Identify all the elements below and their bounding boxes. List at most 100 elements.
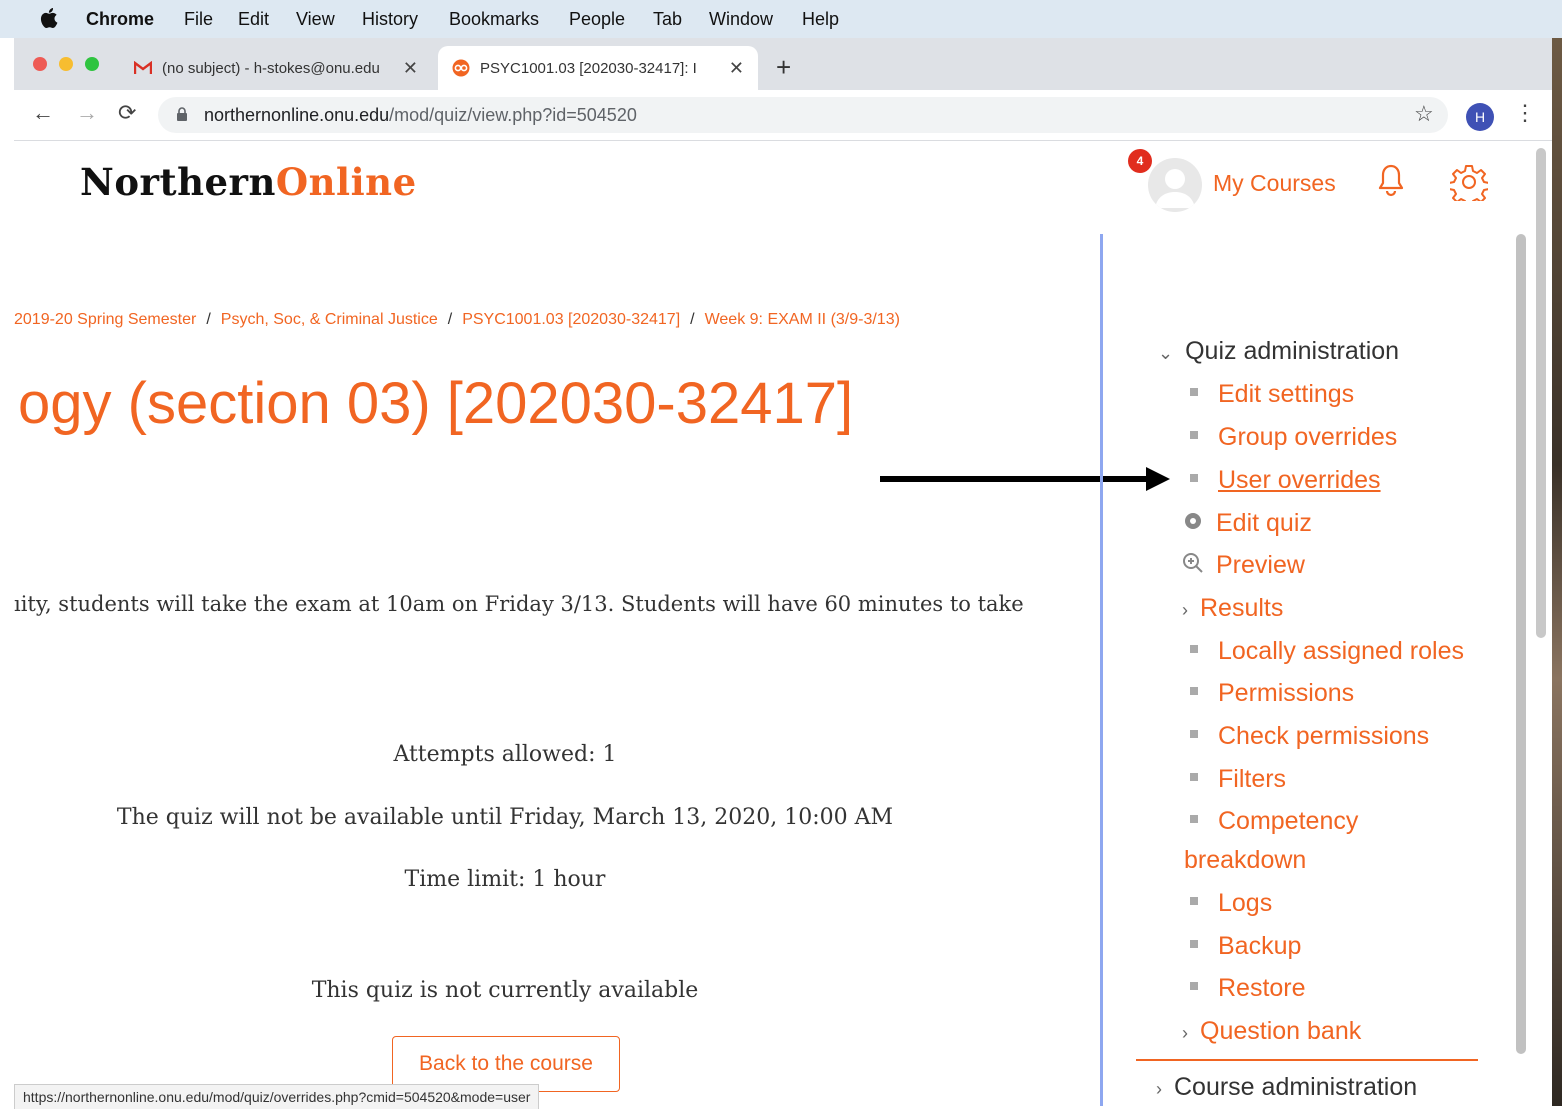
- my-courses-link[interactable]: My Courses: [1213, 170, 1336, 197]
- nav-logs[interactable]: Logs: [1190, 889, 1272, 918]
- nav-user-overrides[interactable]: User overrides: [1190, 466, 1381, 495]
- bullet-icon: [1190, 815, 1198, 824]
- desktop-background: [1552, 38, 1562, 1106]
- annotation-arrow-head: [1146, 467, 1170, 491]
- nav-competency-breakdown-wrap[interactable]: breakdown: [1184, 846, 1306, 875]
- bullet-icon: [1190, 431, 1198, 440]
- menu-edit[interactable]: Edit: [238, 9, 269, 30]
- forward-arrow-icon[interactable]: →: [76, 100, 98, 126]
- nav-label: User overrides: [1218, 466, 1381, 494]
- breadcrumb-course[interactable]: PSYC1001.03 [202030-32417]: [462, 311, 680, 328]
- menu-help[interactable]: Help: [802, 9, 839, 30]
- gear-icon[interactable]: [1450, 163, 1488, 201]
- chevron-right-icon: ›: [1156, 1079, 1162, 1099]
- user-avatar[interactable]: [1148, 158, 1202, 212]
- time-limit: Time limit: 1 hour: [404, 867, 606, 892]
- nav-filters[interactable]: Filters: [1190, 765, 1286, 794]
- url-text: northernonline.onu.edu/mod/quiz/view.php…: [204, 105, 637, 126]
- nav-label: Filters: [1218, 765, 1287, 793]
- nav-label: Logs: [1218, 889, 1273, 917]
- quiz-administration-label: Quiz administration: [1185, 337, 1400, 365]
- moodle-icon: [452, 59, 470, 77]
- reload-icon[interactable]: ⟳: [118, 100, 136, 126]
- nav-label: Preview: [1216, 551, 1305, 579]
- bullet-icon: [1190, 897, 1198, 906]
- annotation-arrow-line: [880, 476, 1148, 482]
- tab-gmail[interactable]: (no subject) - h-stokes@onu.edu ✕: [120, 46, 432, 90]
- site-logo[interactable]: NorthernOnline: [80, 160, 417, 204]
- breadcrumb-week[interactable]: Week 9: EXAM II (3/9-3/13): [705, 311, 900, 328]
- address-bar[interactable]: northernonline.onu.edu/mod/quiz/view.php…: [158, 97, 1448, 133]
- nav-label: Backup: [1218, 932, 1302, 960]
- menu-file[interactable]: File: [184, 9, 213, 30]
- tab-title: PSYC1001.03 [202030-32417]: I: [480, 59, 697, 77]
- apple-icon[interactable]: [40, 6, 60, 30]
- menu-view[interactable]: View: [296, 9, 335, 30]
- close-tab-icon[interactable]: ✕: [403, 58, 418, 79]
- url-domain: northernonline.onu.edu: [204, 105, 390, 125]
- nav-label: Group overrides: [1218, 423, 1398, 451]
- drawer-scrollbar[interactable]: [1516, 234, 1526, 1054]
- menu-bookmarks[interactable]: Bookmarks: [449, 9, 539, 30]
- breadcrumb-separator: /: [690, 311, 695, 328]
- bookmark-star-icon[interactable]: ☆: [1414, 101, 1434, 127]
- zoom-in-icon: [1183, 553, 1203, 574]
- nav-label: Course administration: [1174, 1073, 1418, 1101]
- availability-text: The quiz will not be available until Fri…: [116, 805, 894, 830]
- breadcrumb-semester[interactable]: 2019-20 Spring Semester: [14, 311, 196, 328]
- chrome-menu-icon[interactable]: ⋮: [1514, 100, 1536, 126]
- nav-competency-breakdown[interactable]: Competency: [1190, 807, 1358, 836]
- link-status-bar: https://northernonline.onu.edu/mod/quiz/…: [14, 1084, 540, 1109]
- gmail-icon: [134, 59, 152, 77]
- zoom-window-button[interactable]: [85, 57, 99, 71]
- url-path: /mod/quiz/view.php?id=504520: [389, 105, 637, 125]
- nav-results[interactable]: › Results: [1182, 594, 1283, 623]
- notification-count-badge: 4: [1128, 149, 1152, 173]
- page-scrollbar[interactable]: [1536, 148, 1546, 638]
- nav-label: breakdown: [1184, 846, 1307, 874]
- bullet-icon: [1190, 773, 1198, 782]
- nav-check-permissions[interactable]: Check permissions: [1190, 722, 1429, 751]
- menu-history[interactable]: History: [362, 9, 418, 30]
- bell-icon[interactable]: [1376, 163, 1406, 197]
- nav-preview[interactable]: Preview: [1182, 551, 1305, 580]
- logo-part1: Northern: [80, 160, 276, 204]
- nav-edit-settings[interactable]: Edit settings: [1190, 380, 1354, 409]
- course-administration-node[interactable]: › Course administration: [1156, 1073, 1417, 1102]
- bullet-icon: [1190, 730, 1198, 739]
- profile-avatar[interactable]: H: [1466, 103, 1494, 131]
- menu-tab[interactable]: Tab: [653, 9, 682, 30]
- nav-locally-assigned-roles[interactable]: Locally assigned roles: [1190, 637, 1464, 666]
- nav-label: Locally assigned roles: [1218, 637, 1464, 665]
- nav-edit-quiz[interactable]: Edit quiz: [1182, 509, 1312, 538]
- drawer-divider: [1100, 234, 1103, 1106]
- quiz-status: This quiz is not currently available: [311, 978, 699, 1003]
- close-tab-icon[interactable]: ✕: [729, 58, 744, 79]
- back-arrow-icon[interactable]: ←: [32, 100, 54, 126]
- quiz-administration-node[interactable]: ⌄ Quiz administration: [1158, 337, 1399, 366]
- breadcrumb-department[interactable]: Psych, Soc, & Criminal Justice: [221, 311, 438, 328]
- breadcrumb-separator: /: [206, 311, 211, 328]
- chevron-down-icon: ⌄: [1158, 343, 1174, 363]
- logo-part2: Online: [275, 160, 417, 204]
- menu-chrome[interactable]: Chrome: [86, 9, 154, 30]
- nav-label: Check permissions: [1218, 722, 1430, 750]
- menu-people[interactable]: People: [569, 9, 625, 30]
- nav-backup[interactable]: Backup: [1190, 932, 1301, 961]
- menu-window[interactable]: Window: [709, 9, 773, 30]
- new-tab-button[interactable]: +: [776, 52, 791, 83]
- close-window-button[interactable]: [33, 57, 47, 71]
- nav-group-overrides[interactable]: Group overrides: [1190, 423, 1397, 452]
- nav-question-bank[interactable]: › Question bank: [1182, 1017, 1361, 1046]
- nav-restore[interactable]: Restore: [1190, 974, 1306, 1003]
- nav-label: Results: [1200, 594, 1284, 622]
- nav-permissions[interactable]: Permissions: [1190, 679, 1354, 708]
- cog-icon: [1185, 513, 1201, 530]
- nav-label: Permissions: [1218, 679, 1355, 707]
- minimize-window-button[interactable]: [59, 57, 73, 71]
- tab-quiz[interactable]: PSYC1001.03 [202030-32417]: I ✕: [438, 46, 758, 90]
- page-title: ogy (section 03) [202030-32417]: [18, 371, 854, 436]
- nav-label: Edit quiz: [1216, 509, 1312, 537]
- bullet-icon: [1190, 687, 1198, 696]
- quiz-intro: ıity, students will take the exam at 10a…: [14, 592, 1024, 616]
